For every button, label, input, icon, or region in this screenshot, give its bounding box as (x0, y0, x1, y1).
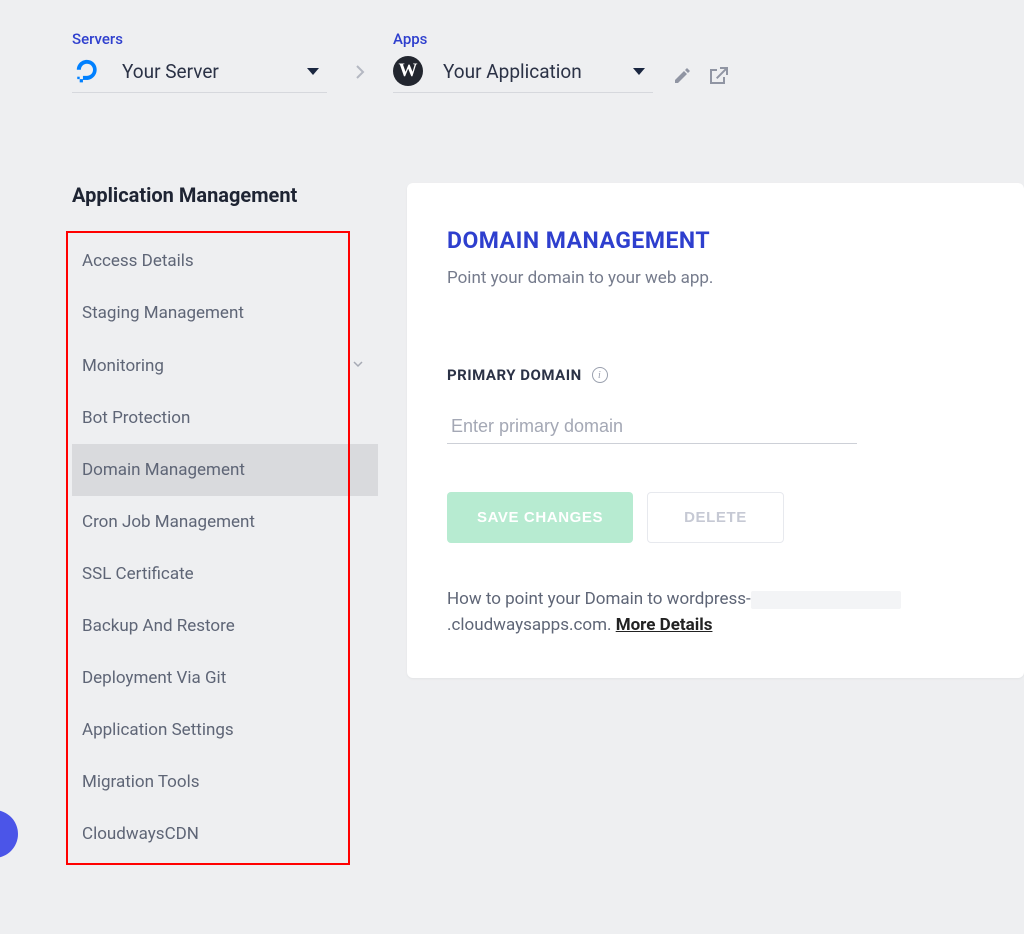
sidebar-item-cloudwayscdn[interactable]: CloudwaysCDN (72, 808, 377, 860)
sidebar-title: Application Management (72, 183, 377, 207)
wordpress-icon: W (393, 56, 423, 86)
sidebar-item-label: Migration Tools (82, 772, 199, 792)
servers-label: Servers (72, 30, 327, 48)
info-icon[interactable]: i (592, 367, 608, 383)
sidebar-item-label: Deployment Via Git (82, 668, 226, 688)
apps-label: Apps (393, 30, 653, 48)
sidebar-item-label: Staging Management (82, 303, 244, 323)
chevron-down-icon (633, 68, 645, 75)
sidebar-item-deployment-via-git[interactable]: Deployment Via Git (72, 652, 377, 704)
more-details-link[interactable]: More Details (616, 615, 713, 635)
panel-title: DOMAIN MANAGEMENT (447, 227, 984, 254)
sidebar-item-label: Bot Protection (82, 408, 190, 428)
breadcrumb-separator (355, 64, 365, 84)
sidebar-item-monitoring[interactable]: Monitoring (72, 339, 377, 392)
server-name: Your Server (122, 60, 307, 83)
breadcrumb-bar: Servers Your Server Apps W Your Applicat… (0, 0, 1024, 93)
app-selector[interactable]: W Your Application (393, 56, 653, 93)
sidebar-item-label: Domain Management (82, 460, 245, 480)
primary-domain-input[interactable] (447, 410, 857, 444)
external-link-icon[interactable] (709, 66, 729, 90)
help-text: How to point your Domain to wordpress-.c… (447, 587, 984, 638)
sidebar-item-application-settings[interactable]: Application Settings (72, 704, 377, 756)
sidebar-item-label: Monitoring (82, 356, 164, 376)
save-changes-button[interactable]: SAVE CHANGES (447, 492, 633, 543)
sidebar-item-migration-tools[interactable]: Migration Tools (72, 756, 377, 808)
sidebar-item-ssl-certificate[interactable]: SSL Certificate (72, 548, 377, 600)
chevron-down-icon (307, 68, 319, 75)
edit-icon[interactable] (673, 67, 691, 89)
sidebar: Application Management Access Details Sta… (72, 183, 377, 860)
sidebar-item-label: CloudwaysCDN (82, 824, 199, 844)
sidebar-item-bot-protection[interactable]: Bot Protection (72, 392, 377, 444)
sidebar-item-domain-management[interactable]: Domain Management (72, 444, 378, 496)
app-crumb: Apps W Your Application (393, 30, 653, 93)
chevron-down-icon (351, 355, 365, 376)
delete-button[interactable]: DELETE (647, 492, 784, 543)
redacted-text (751, 591, 901, 609)
domain-management-panel: DOMAIN MANAGEMENT Point your domain to y… (407, 183, 1024, 678)
sidebar-item-backup-and-restore[interactable]: Backup And Restore (72, 600, 377, 652)
sidebar-item-label: SSL Certificate (82, 564, 194, 584)
server-selector[interactable]: Your Server (72, 56, 327, 93)
sidebar-item-label: Access Details (82, 251, 194, 271)
server-crumb: Servers Your Server (72, 30, 327, 93)
digitalocean-icon (72, 56, 102, 86)
sidebar-item-label: Backup And Restore (82, 616, 235, 636)
primary-domain-label: PRIMARY DOMAIN i (447, 366, 984, 384)
sidebar-item-label: Application Settings (82, 720, 234, 740)
sidebar-item-staging-management[interactable]: Staging Management (72, 287, 377, 339)
sidebar-item-access-details[interactable]: Access Details (72, 235, 377, 287)
panel-subtitle: Point your domain to your web app. (447, 268, 984, 288)
app-name: Your Application (443, 60, 633, 83)
sidebar-item-label: Cron Job Management (82, 512, 255, 532)
sidebar-nav: Access Details Staging Management Monitori… (72, 235, 377, 860)
sidebar-item-cron-job-management[interactable]: Cron Job Management (72, 496, 377, 548)
